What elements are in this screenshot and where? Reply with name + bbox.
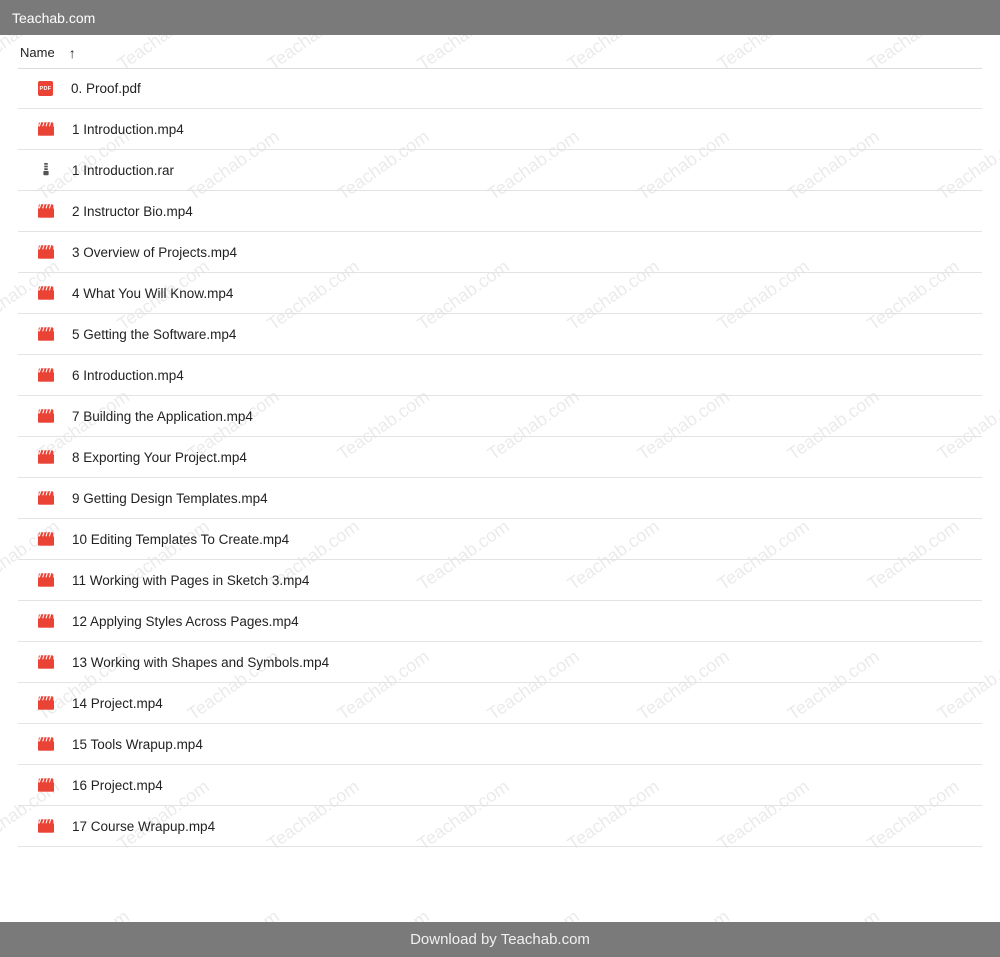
file-name: 6 Introduction.mp4 — [72, 368, 184, 383]
topbar: Teachab.com — [0, 0, 1000, 35]
file-row[interactable]: 14 Project.mp4 — [18, 683, 982, 724]
video-icon — [38, 285, 54, 301]
file-row[interactable]: 3 Overview of Projects.mp4 — [18, 232, 982, 273]
video-icon — [38, 531, 54, 547]
file-row[interactable]: 8 Exporting Your Project.mp4 — [18, 437, 982, 478]
file-row[interactable]: 17 Course Wrapup.mp4 — [18, 806, 982, 847]
archive-icon — [38, 162, 54, 178]
file-row[interactable]: 7 Building the Application.mp4 — [18, 396, 982, 437]
content-area: Teachab.comTeachab.comTeachab.comTeachab… — [0, 35, 1000, 922]
column-header-row[interactable]: Name ↑ — [18, 35, 982, 69]
video-icon — [38, 818, 54, 834]
file-row[interactable]: 12 Applying Styles Across Pages.mp4 — [18, 601, 982, 642]
file-row[interactable]: 5 Getting the Software.mp4 — [18, 314, 982, 355]
file-name: 9 Getting Design Templates.mp4 — [72, 491, 268, 506]
pdf-icon: PDF — [38, 81, 53, 96]
video-icon — [38, 654, 54, 670]
video-icon — [38, 695, 54, 711]
file-listing: Name ↑ PDF 0. Proof.pdf 1 Introduction.mp4… — [0, 35, 1000, 847]
file-row[interactable]: PDF 0. Proof.pdf — [18, 69, 982, 109]
video-icon — [38, 121, 54, 137]
file-name: 5 Getting the Software.mp4 — [72, 327, 236, 342]
file-name: 7 Building the Application.mp4 — [72, 409, 253, 424]
video-icon — [38, 572, 54, 588]
site-title: Teachab.com — [12, 10, 95, 26]
video-icon — [38, 203, 54, 219]
file-name: 2 Instructor Bio.mp4 — [72, 204, 193, 219]
file-name: 12 Applying Styles Across Pages.mp4 — [72, 614, 299, 629]
file-row[interactable]: 6 Introduction.mp4 — [18, 355, 982, 396]
file-name: 16 Project.mp4 — [72, 778, 163, 793]
video-icon — [38, 367, 54, 383]
file-row[interactable]: 1 Introduction.mp4 — [18, 109, 982, 150]
file-name: 4 What You Will Know.mp4 — [72, 286, 233, 301]
video-icon — [38, 736, 54, 752]
file-row[interactable]: 11 Working with Pages in Sketch 3.mp4 — [18, 560, 982, 601]
column-header-name[interactable]: Name — [20, 45, 55, 60]
footer-text: Download by Teachab.com — [410, 931, 590, 948]
file-name: 8 Exporting Your Project.mp4 — [72, 450, 247, 465]
file-row[interactable]: 15 Tools Wrapup.mp4 — [18, 724, 982, 765]
file-row[interactable]: 16 Project.mp4 — [18, 765, 982, 806]
file-row[interactable]: 1 Introduction.rar — [18, 150, 982, 191]
file-name: 11 Working with Pages in Sketch 3.mp4 — [72, 573, 309, 588]
video-icon — [38, 449, 54, 465]
file-name: 13 Working with Shapes and Symbols.mp4 — [72, 655, 329, 670]
video-icon — [38, 408, 54, 424]
footer: Download by Teachab.com — [0, 922, 1000, 957]
video-icon — [38, 777, 54, 793]
file-name: 1 Introduction.mp4 — [72, 122, 184, 137]
file-name: 10 Editing Templates To Create.mp4 — [72, 532, 289, 547]
file-row[interactable]: 9 Getting Design Templates.mp4 — [18, 478, 982, 519]
file-row[interactable]: 10 Editing Templates To Create.mp4 — [18, 519, 982, 560]
video-icon — [38, 244, 54, 260]
file-name: 14 Project.mp4 — [72, 696, 163, 711]
video-icon — [38, 490, 54, 506]
video-icon — [38, 326, 54, 342]
file-name: 1 Introduction.rar — [72, 163, 174, 178]
video-icon — [38, 613, 54, 629]
file-name: 0. Proof.pdf — [71, 81, 141, 96]
file-row[interactable]: 13 Working with Shapes and Symbols.mp4 — [18, 642, 982, 683]
file-name: 3 Overview of Projects.mp4 — [72, 245, 237, 260]
file-name: 15 Tools Wrapup.mp4 — [72, 737, 203, 752]
sort-ascending-icon[interactable]: ↑ — [69, 46, 76, 60]
file-row[interactable]: 2 Instructor Bio.mp4 — [18, 191, 982, 232]
file-row[interactable]: 4 What You Will Know.mp4 — [18, 273, 982, 314]
file-name: 17 Course Wrapup.mp4 — [72, 819, 215, 834]
